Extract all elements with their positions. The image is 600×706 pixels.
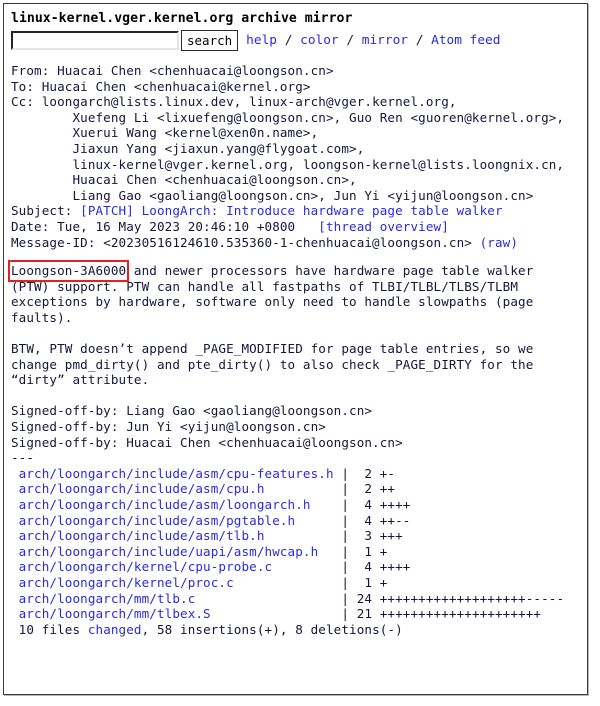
nav-separator: / xyxy=(276,32,301,48)
message-id-label: Message-ID: xyxy=(11,234,104,250)
diffstat-stats: | 4 ++++ xyxy=(341,497,411,513)
mirror-link[interactable]: mirror xyxy=(362,33,408,48)
to-label: To: xyxy=(11,78,42,94)
diffstat-stats: | 1 + xyxy=(341,575,388,590)
diffstat-spacer xyxy=(265,528,342,543)
diffstat-spacer xyxy=(318,544,341,559)
diffstat-stats: | 4 ++++ xyxy=(341,559,411,575)
search-input[interactable] xyxy=(11,31,179,50)
nav-separator: / xyxy=(338,32,362,48)
color-link[interactable]: color xyxy=(300,33,339,48)
diffstat-stats: | 1 + xyxy=(341,543,388,559)
diffstat-summary-prefix: 10 files xyxy=(11,621,88,637)
cc-label: Cc: xyxy=(11,94,42,110)
nav-links: help / color / mirror / Atom feed xyxy=(246,32,500,50)
paragraph2-lines: BTW, PTW doesn’t append _PAGE_MODIFIED f… xyxy=(11,341,534,388)
diffstat-file-link[interactable]: arch/loongarch/include/asm/tlb.h xyxy=(11,528,265,543)
date-label: Date: xyxy=(11,218,58,234)
diffstat-file-link[interactable]: arch/loongarch/kernel/cpu-probe.c xyxy=(11,559,272,574)
diffstat-spacer xyxy=(234,575,342,590)
diffstat-stats: | 24 +++++++++++++++++++----- xyxy=(341,590,565,606)
from-value: Huacai Chen <chenhuacai@loongson.cn> xyxy=(57,63,334,78)
diffstat-stats: | 3 +++ xyxy=(341,528,403,544)
diffstat-spacer xyxy=(265,481,342,496)
diffstat-changed-link[interactable]: changed xyxy=(88,622,142,637)
mail-body: Loongson-3A6000 and newer processors hav… xyxy=(8,260,587,466)
subject-link[interactable]: [PATCH] LoongArch: Introduce hardware pa… xyxy=(80,203,503,218)
diffstat-spacer xyxy=(295,513,341,528)
nav-separator: / xyxy=(408,32,432,48)
highlighted-term-wrapper: Loongson-3A6000 xyxy=(8,260,130,282)
diffstat-spacer xyxy=(311,497,342,512)
diffstat-file-link[interactable]: arch/loongarch/mm/tlbex.S xyxy=(11,606,211,621)
to-value: Huacai Chen <chenhuacai@kernel.org> xyxy=(41,78,311,94)
diffstat: arch/loongarch/include/asm/cpu-features.… xyxy=(11,466,587,638)
diffstat-stats: | 4 ++-- xyxy=(341,512,411,528)
diffstat-file-link[interactable]: arch/loongarch/include/asm/cpu.h xyxy=(11,481,265,496)
diffstat-file-link[interactable]: arch/loongarch/include/asm/pgtable.h xyxy=(11,513,295,528)
thread-overview-link[interactable]: [thread overview] xyxy=(318,219,449,234)
date-value: Tue, 16 May 2023 20:46:10 +0800 xyxy=(57,218,296,234)
message-id-value: <20230516124610.535360-1-chenhuacai@loon… xyxy=(103,234,472,250)
page-title: linux-kernel.vger.kernel.org archive mir… xyxy=(11,11,353,26)
page-frame: linux-kernel.vger.kernel.org archive mir… xyxy=(3,3,588,695)
diffstat-file-link[interactable]: arch/loongarch/include/asm/loongarch.h xyxy=(11,497,311,512)
diffstat-summary-suffix: , 58 insertions(+), 8 deletions(-) xyxy=(141,621,403,637)
raw-link[interactable]: (raw) xyxy=(480,235,518,250)
diffstat-spacer xyxy=(211,606,342,621)
mail-headers: From: Huacai Chen <chenhuacai@loongson.c… xyxy=(11,63,587,250)
search-bar: search help / color / mirror / Atom feed xyxy=(11,30,587,51)
signoff-lines: Signed-off-by: Liang Gao <gaoliang@loong… xyxy=(11,403,403,450)
diffstat-file-link[interactable]: arch/loongarch/include/uapi/asm/hwcap.h xyxy=(11,544,319,559)
from-label: From: xyxy=(11,63,58,78)
highlighted-term: Loongson-3A6000 xyxy=(11,263,127,279)
diffstat-file-link[interactable]: arch/loongarch/kernel/proc.c xyxy=(11,575,234,590)
diffstat-file-link[interactable]: arch/loongarch/include/asm/cpu-features.… xyxy=(11,466,334,481)
diffstat-file-link[interactable]: arch/loongarch/mm/tlb.c xyxy=(11,591,196,606)
diffstat-spacer xyxy=(272,559,341,574)
paragraph1-lines: (PTW) support. PTW can handle all fastpa… xyxy=(11,278,534,325)
diffstat-stats: | 21 +++++++++++++++++++++ xyxy=(341,606,542,622)
atom-feed-link[interactable]: Atom feed xyxy=(431,33,500,48)
paragraph1-rest: and newer processors have hardware page … xyxy=(126,263,534,279)
cc-value: loongarch@lists.linux.dev, linux-arch@vg… xyxy=(41,94,565,203)
help-link[interactable]: help xyxy=(246,33,277,48)
diffstat-spacer xyxy=(195,591,341,606)
search-button[interactable]: search xyxy=(181,30,239,51)
diffstat-stats: | 2 ++ xyxy=(341,481,396,497)
subject-label: Subject: xyxy=(11,203,81,219)
separator-line: --- xyxy=(11,450,35,466)
diffstat-stats: | 2 +- xyxy=(341,465,396,481)
